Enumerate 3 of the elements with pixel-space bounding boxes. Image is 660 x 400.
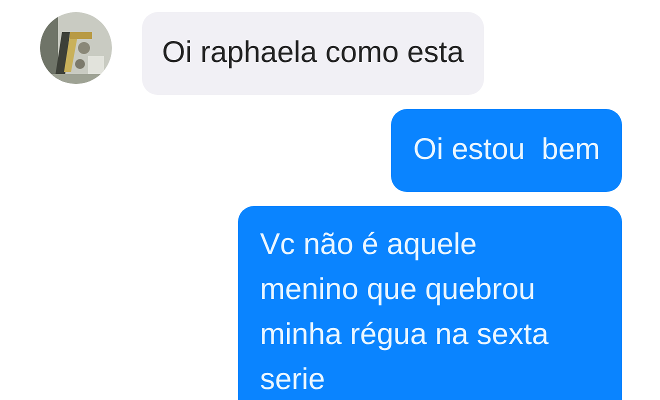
message-bubble: Vc não é aquele menino que quebrou minha régua na sexta serie [238, 206, 622, 400]
message-bubble: Oi raphaela como esta [142, 12, 484, 95]
message-bubble: Oi estou bem [391, 109, 622, 192]
